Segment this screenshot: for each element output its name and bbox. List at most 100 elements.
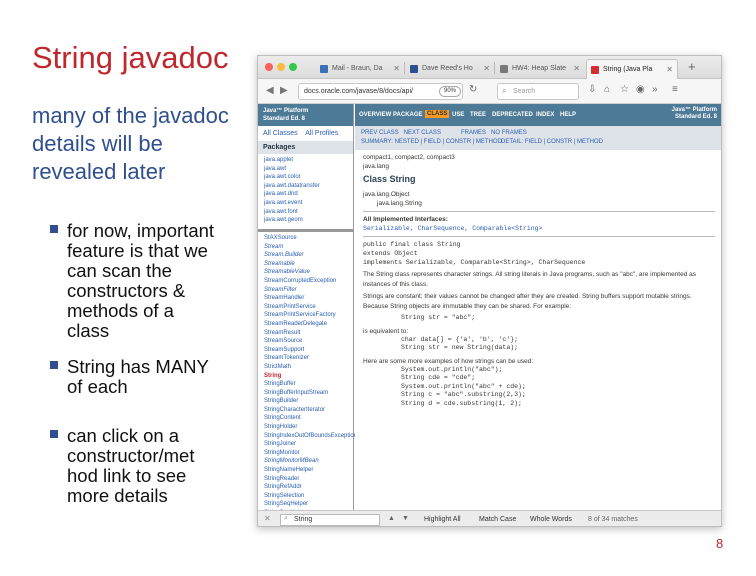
- class-link[interactable]: StringMonitorMBean: [264, 457, 354, 466]
- pocket-icon[interactable]: ◉: [636, 84, 645, 95]
- class-link[interactable]: StringBuffer: [264, 380, 354, 389]
- nav-package[interactable]: PACKAGE: [393, 112, 423, 118]
- reload-icon[interactable]: ↻: [469, 84, 477, 95]
- class-link[interactable]: StrictMath: [264, 363, 354, 372]
- close-tab-icon[interactable]: ✕: [666, 65, 673, 74]
- class-link[interactable]: StreamSupport: [264, 346, 354, 355]
- class-link[interactable]: StreamTokenizer: [264, 354, 354, 363]
- find-input[interactable]: ⌕ String: [280, 514, 380, 526]
- close-tab-icon[interactable]: ✕: [483, 64, 490, 73]
- package-link[interactable]: java.applet: [264, 156, 353, 165]
- nav-tree[interactable]: TREE: [470, 112, 486, 118]
- class-link[interactable]: StringBuilder: [264, 397, 354, 406]
- class-link[interactable]: StringHolder: [264, 423, 354, 432]
- interfaces-list[interactable]: Serializable, CharSequence, Comparable<S…: [363, 224, 715, 233]
- hierarchy-string: java.lang.String: [377, 200, 422, 207]
- browser-tab-active[interactable]: String (Java Pla ✕: [586, 59, 678, 79]
- find-previous-icon[interactable]: ▲: [388, 515, 395, 522]
- class-link[interactable]: StringJoiner: [264, 440, 354, 449]
- tab-divider: [404, 62, 405, 74]
- class-link[interactable]: StreamSource: [264, 337, 354, 346]
- zoom-indicator[interactable]: 90%: [439, 86, 461, 97]
- class-link[interactable]: StringRefAddr: [264, 483, 354, 492]
- class-doc-frame: OVERVIEW PACKAGE CLASS USE TREE DEPRECAT…: [355, 104, 721, 510]
- minimize-window-button[interactable]: [277, 63, 285, 71]
- nav-use[interactable]: USE: [452, 112, 464, 118]
- bullet-list: can click on a constructor/met hod link …: [50, 426, 220, 506]
- nav-overview[interactable]: OVERVIEW: [359, 112, 391, 118]
- class-link[interactable]: StringMonitor: [264, 449, 354, 458]
- class-link[interactable]: StringIndexOutOfBoundsException: [264, 432, 357, 441]
- class-link[interactable]: StreamPrintServiceFactory: [264, 311, 354, 320]
- whole-words-toggle[interactable]: Whole Words: [530, 516, 572, 523]
- frame-links: All Classes All Profiles: [258, 126, 353, 141]
- browser-tab[interactable]: Dave Reed's Ho ✕: [406, 59, 494, 79]
- home-icon[interactable]: ⌂: [604, 84, 610, 95]
- frames-link[interactable]: FRAMES: [461, 130, 486, 136]
- class-link[interactable]: StAXSource: [264, 234, 354, 243]
- zoom-window-button[interactable]: [289, 63, 297, 71]
- class-link[interactable]: StringSeqHelper: [264, 500, 354, 509]
- class-link[interactable]: StringCharacterIterator: [264, 406, 354, 415]
- search-input[interactable]: ⌕ Search: [497, 83, 579, 100]
- close-tab-icon[interactable]: ✕: [393, 64, 400, 73]
- nav-class[interactable]: CLASS: [425, 110, 450, 118]
- match-case-toggle[interactable]: Match Case: [479, 516, 516, 523]
- class-link[interactable]: String: [264, 372, 354, 381]
- class-link[interactable]: StreamPrintService: [264, 303, 354, 312]
- code-example: String str = new String(data);: [401, 344, 519, 351]
- browser-tab[interactable]: Mail - Braun, Da ✕: [316, 59, 404, 79]
- package-link[interactable]: java.awt.event: [264, 199, 353, 208]
- class-link[interactable]: StreamCorruptedException: [264, 277, 354, 286]
- class-link[interactable]: StreamHandler: [264, 294, 354, 303]
- close-tab-icon[interactable]: ✕: [573, 64, 580, 73]
- package-link[interactable]: java.awt: [264, 165, 353, 174]
- prev-class-link[interactable]: PREV CLASS: [361, 130, 399, 136]
- class-link[interactable]: StringContent: [264, 414, 354, 423]
- oracle-favicon-icon: [591, 66, 599, 74]
- package-link[interactable]: java.awt.dnd: [264, 190, 353, 199]
- hierarchy-object[interactable]: java.lang.Object: [363, 190, 715, 199]
- class-link[interactable]: StreamFilter: [264, 286, 354, 295]
- all-classes-link[interactable]: All Classes: [263, 130, 298, 137]
- class-link[interactable]: StringSelection: [264, 492, 354, 501]
- package-link[interactable]: java.awt.datatransfer: [264, 182, 353, 191]
- highlight-all-toggle[interactable]: Highlight All: [424, 516, 461, 523]
- class-link[interactable]: Streamable: [264, 260, 354, 269]
- code-example: String str = "abc";: [401, 314, 476, 321]
- back-icon[interactable]: ◀: [266, 85, 274, 96]
- next-class-link[interactable]: NEXT CLASS: [404, 130, 441, 136]
- download-icon[interactable]: ⇩: [588, 84, 596, 95]
- class-link[interactable]: StringNameHelper: [264, 466, 354, 475]
- detail-links[interactable]: DETAIL: FIELD | CONSTR | METHOD: [501, 138, 603, 147]
- package-link[interactable]: java.awt.geom: [264, 216, 353, 225]
- class-link[interactable]: StringReader: [264, 475, 354, 484]
- class-link[interactable]: Stream: [264, 243, 354, 252]
- nav-help[interactable]: HELP: [560, 112, 576, 118]
- class-link[interactable]: StreamableValue: [264, 268, 354, 277]
- new-tab-icon[interactable]: +: [688, 59, 696, 74]
- menu-icon[interactable]: ≡: [672, 84, 678, 95]
- find-next-icon[interactable]: ▼: [402, 515, 409, 522]
- nav-deprecated[interactable]: DEPRECATED: [492, 112, 533, 118]
- class-link[interactable]: StreamReaderDelegate: [264, 320, 354, 329]
- all-profiles-link[interactable]: All Profiles: [305, 130, 338, 137]
- page-favicon-icon: [410, 65, 418, 73]
- class-link[interactable]: StreamResult: [264, 329, 354, 338]
- bullet-square-icon: [50, 225, 58, 233]
- bookmark-icon[interactable]: ☆: [620, 84, 629, 95]
- nav-index[interactable]: INDEX: [536, 112, 554, 118]
- summary-links[interactable]: SUMMARY: NESTED | FIELD | CONSTR | METHO…: [361, 139, 502, 145]
- close-find-icon[interactable]: ✕: [264, 514, 271, 523]
- search-icon: ⌕: [284, 515, 288, 522]
- browser-tab[interactable]: HW4: Heap Slate ✕: [496, 59, 584, 79]
- close-window-button[interactable]: [265, 63, 273, 71]
- package-link[interactable]: java.awt.font: [264, 208, 353, 217]
- class-link[interactable]: StringBufferInputStream: [264, 389, 354, 398]
- class-link[interactable]: Stream.Builder: [264, 251, 354, 260]
- packages-heading: Packages: [258, 141, 353, 154]
- overflow-icon[interactable]: »: [652, 84, 658, 95]
- forward-icon[interactable]: ▶: [280, 85, 288, 96]
- package-link[interactable]: java.awt.color: [264, 173, 353, 182]
- no-frames-link[interactable]: NO FRAMES: [491, 130, 527, 136]
